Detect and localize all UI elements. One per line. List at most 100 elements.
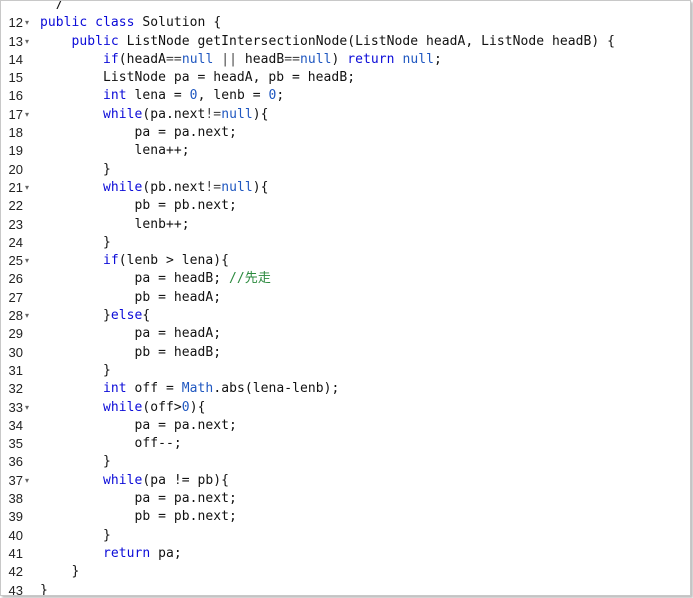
code-text: pa = pa.next; (40, 490, 237, 508)
literal-token: null (300, 51, 332, 67)
fold-arrow-icon[interactable]: ▾ (25, 252, 33, 270)
code-token: ) (331, 51, 348, 67)
code-text: pb = pb.next; (40, 197, 237, 215)
operator-token: == (284, 51, 301, 67)
line-number: 26 (8, 271, 23, 287)
code-editor[interactable]: /12 ▾ public class Solution {13 ▾ public Li… (1, 0, 690, 596)
code-line[interactable]: 29 pa = headA; (1, 325, 690, 343)
code-token: / (40, 0, 64, 12)
code-line[interactable]: 24 } (1, 234, 690, 252)
class-token: Math (181, 381, 214, 397)
code-line[interactable]: / (1, 0, 690, 14)
code-line[interactable]: 33 ▾ while(off>0){ (1, 399, 690, 417)
code-text: pa = pa.next; (40, 417, 237, 435)
code-line[interactable]: 21 ▾ while(pb.next!=null){ (1, 179, 690, 197)
line-number: 12 (8, 15, 23, 31)
operator-token: != (205, 106, 222, 122)
keyword-token: int (103, 88, 127, 104)
fold-arrow-icon[interactable]: ▾ (25, 179, 33, 197)
code-line[interactable]: 32 int off = Math.abs(lena-lenb); (1, 380, 690, 398)
code-line[interactable]: 19 lena++; (1, 142, 690, 160)
code-line[interactable]: 12 ▾ public class Solution { (1, 14, 690, 32)
code-line[interactable]: 38 pa = pa.next; (1, 490, 690, 508)
code-token: pb = pb.next; (40, 509, 237, 525)
code-line[interactable]: 26 pa = headB; //先走 (1, 270, 690, 288)
line-number: 42 (8, 564, 23, 580)
code-line[interactable]: 15 ListNode pa = headA, pb = headB; (1, 69, 690, 87)
line-number: 32 (8, 381, 23, 397)
code-editor-window: /12 ▾ public class Solution {13 ▾ public Li… (0, 0, 691, 596)
code-text: ListNode pa = headA, pb = headB; (40, 69, 355, 87)
code-token: } (40, 161, 111, 177)
fold-arrow-icon[interactable]: ▾ (25, 14, 33, 32)
code-token: lenb++; (40, 216, 190, 232)
code-token: pa = headB; (40, 271, 230, 287)
line-number: 21 (8, 179, 23, 195)
code-token: , lenb = (197, 88, 269, 104)
code-text: while(pa.next!=null){ (40, 106, 268, 124)
code-line[interactable]: 16 int lena = 0, lenb = 0; (1, 87, 690, 105)
line-number: 31 (8, 362, 23, 378)
fold-arrow-icon[interactable]: ▾ (25, 472, 33, 490)
code-token: .abs(lena-lenb); (213, 381, 340, 397)
code-line[interactable]: 42 } (1, 563, 690, 581)
code-line[interactable]: 14 if(headA==null || headB==null) return… (1, 51, 690, 69)
line-number: 17 (8, 106, 23, 122)
code-token: ListNode getIntersectionNode(ListNode he… (118, 33, 616, 49)
code-line[interactable]: 23 lenb++; (1, 216, 690, 234)
code-line[interactable]: 39 pb = pb.next; (1, 508, 690, 526)
code-token: ){ (252, 106, 269, 122)
code-line[interactable]: 22 pb = pb.next; (1, 197, 690, 215)
code-line[interactable]: 40 } (1, 527, 690, 545)
code-line[interactable]: 30 pb = headB; (1, 344, 690, 362)
code-text: } (40, 161, 111, 179)
fold-arrow-icon[interactable]: ▾ (25, 106, 33, 124)
literal-token: null (402, 51, 434, 67)
code-line[interactable]: 18 pa = pa.next; (1, 124, 690, 142)
fold-arrow-icon[interactable]: ▾ (25, 307, 33, 325)
line-number: 13 (8, 33, 23, 49)
line-number: 39 (8, 509, 23, 525)
literal-token: null (181, 51, 214, 67)
code-token: pb = headA; (40, 289, 222, 305)
code-token: (pa.next (142, 106, 206, 122)
code-text: if(lenb > lena){ (40, 252, 229, 270)
code-text: }else{ (40, 307, 150, 325)
comment-token: //先走 (229, 271, 271, 287)
line-number: 14 (8, 51, 23, 67)
line-number: 27 (8, 289, 23, 305)
literal-token: 0 (181, 399, 190, 415)
fold-arrow-icon[interactable]: ▾ (25, 399, 33, 417)
code-line[interactable]: 20 } (1, 161, 690, 179)
code-token: { (142, 308, 151, 324)
code-token: lena = (126, 88, 190, 104)
keyword-token: public (40, 15, 88, 31)
line-number: 30 (8, 344, 23, 360)
code-line[interactable]: 27 pb = headA; (1, 289, 690, 307)
code-text: while(pa != pb){ (40, 472, 229, 490)
code-line[interactable]: 41 return pa; (1, 545, 690, 563)
code-text: public ListNode getIntersectionNode(List… (40, 33, 615, 51)
code-line[interactable]: 35 off--; (1, 435, 690, 453)
code-token: off--; (40, 436, 182, 452)
code-line[interactable]: 31 } (1, 362, 690, 380)
code-line[interactable]: 37 ▾ while(pa != pb){ (1, 472, 690, 490)
line-number: 38 (8, 491, 23, 507)
code-line[interactable]: 34 pa = pa.next; (1, 417, 690, 435)
keyword-token: else (110, 308, 143, 324)
code-line[interactable]: 28 ▾ }else{ (1, 307, 690, 325)
keyword-token: if (103, 51, 119, 67)
code-line[interactable]: 13 ▾ public ListNode getIntersectionNode(… (1, 33, 690, 51)
code-line[interactable]: 43} (1, 582, 690, 596)
code-token: Solution { (134, 15, 222, 31)
code-text: lenb++; (40, 216, 190, 234)
fold-arrow-icon[interactable]: ▾ (25, 33, 33, 51)
code-token: pa = pa.next; (40, 491, 237, 507)
code-line[interactable]: 36 } (1, 453, 690, 471)
code-line[interactable]: 25 ▾ if(lenb > lena){ (1, 252, 690, 270)
code-line[interactable]: 17 ▾ while(pa.next!=null){ (1, 106, 690, 124)
